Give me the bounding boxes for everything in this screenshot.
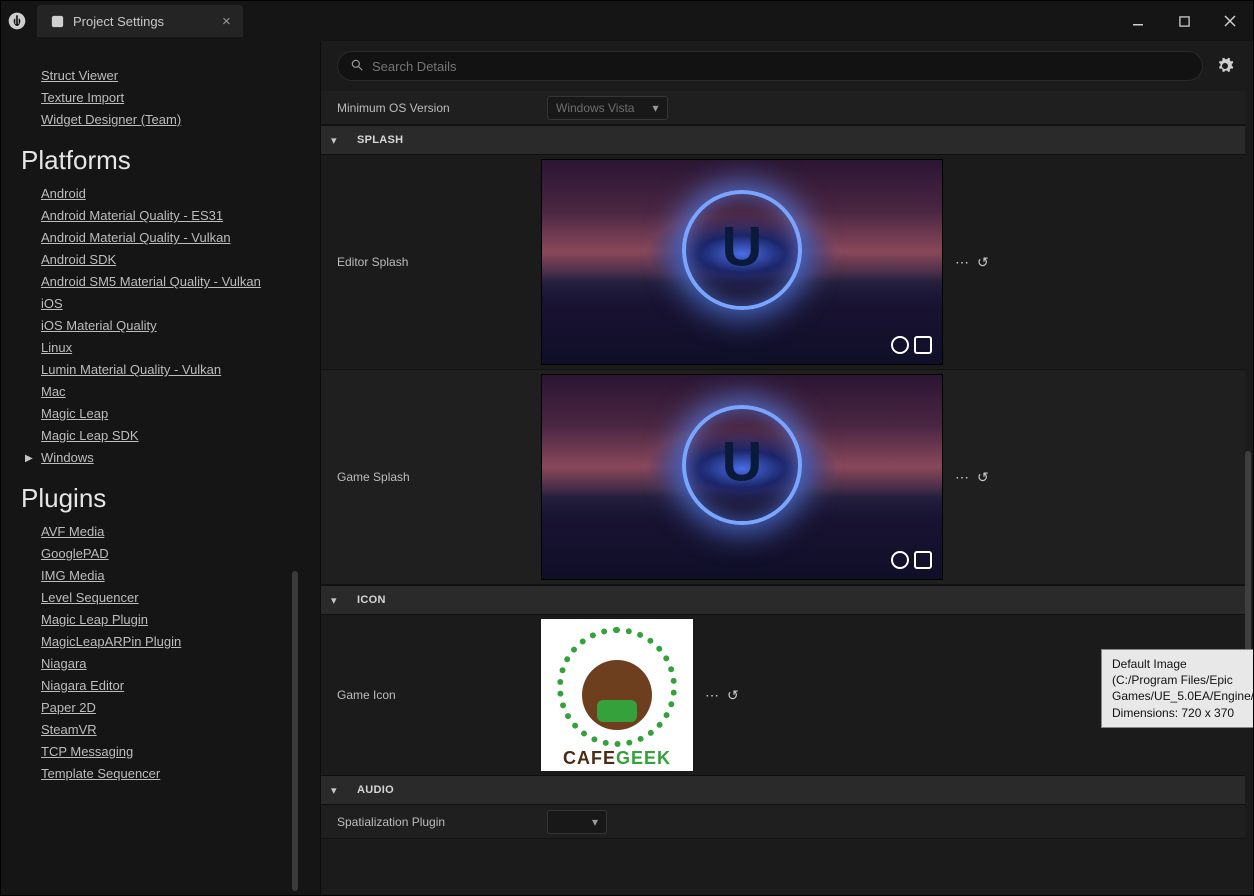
section-icon[interactable]: ▾ ICON bbox=[321, 585, 1245, 615]
view-options-button[interactable] bbox=[1213, 54, 1237, 78]
sidebar-item[interactable]: Magic Leap bbox=[41, 406, 320, 421]
search-input-wrapper[interactable] bbox=[337, 51, 1203, 81]
chevron-down-icon: ▾ bbox=[652, 101, 658, 115]
chevron-down-icon: ▾ bbox=[592, 815, 598, 829]
collapse-icon: ▾ bbox=[331, 784, 345, 797]
row-spatialization: Spatialization Plugin ▾ bbox=[321, 805, 1245, 839]
game-icon-preview[interactable]: CAFEGEEK bbox=[541, 619, 693, 771]
section-title: AUDIO bbox=[357, 784, 394, 796]
game-splash-preview[interactable]: U bbox=[541, 374, 943, 580]
select-value: Windows Vista bbox=[556, 101, 634, 115]
sidebar-item[interactable]: Paper 2D bbox=[41, 700, 320, 715]
sidebar-item-windows[interactable]: Windows bbox=[41, 450, 320, 465]
reset-button[interactable]: ↺ bbox=[727, 687, 739, 704]
sidebar-item[interactable]: Magic Leap SDK bbox=[41, 428, 320, 443]
sidebar-item[interactable]: IMG Media bbox=[41, 568, 320, 583]
ue-badge-icon bbox=[891, 336, 932, 354]
row-label: Game Splash bbox=[321, 470, 541, 484]
section-title: ICON bbox=[357, 594, 386, 606]
row-min-os: Minimum OS Version Windows Vista ▾ bbox=[321, 91, 1245, 125]
search-bar bbox=[321, 41, 1253, 91]
sidebar-item[interactable]: Template Sequencer bbox=[41, 766, 320, 781]
splash-tooltip: Default Image (C:/Program Files/Epic Gam… bbox=[1101, 649, 1253, 728]
sidebar-header-platforms: Platforms bbox=[21, 145, 320, 176]
row-editor-splash: Editor Splash U ⋯ ↺ bbox=[321, 155, 1245, 370]
row-label: Spatialization Plugin bbox=[321, 815, 541, 829]
sidebar-scrollbar[interactable] bbox=[292, 571, 298, 891]
titlebar: Project Settings × bbox=[1, 1, 1253, 41]
sidebar-item[interactable]: MagicLeapARPin Plugin bbox=[41, 634, 320, 649]
sidebar-item[interactable]: Android SDK bbox=[41, 252, 320, 267]
sidebar-item[interactable]: Struct Viewer bbox=[41, 68, 320, 83]
search-icon bbox=[350, 58, 364, 75]
ue-badge-icon bbox=[891, 551, 932, 569]
sidebar-item[interactable]: Mac bbox=[41, 384, 320, 399]
sidebar-item[interactable]: iOS bbox=[41, 296, 320, 311]
window-controls bbox=[1115, 5, 1253, 37]
spatialization-select[interactable]: ▾ bbox=[547, 810, 607, 834]
sidebar-item[interactable]: TCP Messaging bbox=[41, 744, 320, 759]
sidebar-item[interactable]: Android bbox=[41, 186, 320, 201]
settings-tab-icon bbox=[49, 13, 65, 29]
sidebar-item[interactable]: Niagara Editor bbox=[41, 678, 320, 693]
sidebar-item[interactable]: Android Material Quality - ES31 bbox=[41, 208, 320, 223]
tooltip-line: Dimensions: 720 x 370 bbox=[1112, 705, 1253, 721]
tooltip-line: (C:/Program Files/Epic Games/UE_5.0EA/En… bbox=[1112, 672, 1253, 704]
sidebar-item[interactable]: Texture Import bbox=[41, 90, 320, 105]
maximize-button[interactable] bbox=[1161, 5, 1207, 37]
search-input[interactable] bbox=[372, 59, 1190, 74]
row-label: Game Icon bbox=[321, 688, 541, 702]
min-os-select[interactable]: Windows Vista ▾ bbox=[547, 96, 668, 120]
browse-button[interactable]: ⋯ bbox=[955, 254, 969, 271]
row-game-splash: Game Splash U ⋯ ↺ bbox=[321, 370, 1245, 585]
sidebar-item[interactable]: Widget Designer (Team) bbox=[41, 112, 320, 127]
sidebar-item[interactable]: AVF Media bbox=[41, 524, 320, 539]
sidebar-item[interactable]: Magic Leap Plugin bbox=[41, 612, 320, 627]
collapse-icon: ▾ bbox=[331, 134, 345, 147]
section-splash[interactable]: ▾ SPLASH bbox=[321, 125, 1245, 155]
section-audio[interactable]: ▾ AUDIO bbox=[321, 775, 1245, 805]
reset-button[interactable]: ↺ bbox=[977, 469, 989, 486]
section-title: SPLASH bbox=[357, 134, 403, 146]
minimize-button[interactable] bbox=[1115, 5, 1161, 37]
row-label: Minimum OS Version bbox=[321, 101, 541, 115]
tab-close-icon[interactable]: × bbox=[222, 13, 231, 30]
sidebar-item[interactable]: Android Material Quality - Vulkan bbox=[41, 230, 320, 245]
sidebar-item[interactable]: GooglePAD bbox=[41, 546, 320, 561]
browse-button[interactable]: ⋯ bbox=[705, 687, 719, 704]
app-window: Project Settings × Struct Viewer Texture… bbox=[0, 0, 1254, 896]
sidebar-item[interactable]: Niagara bbox=[41, 656, 320, 671]
sidebar-item[interactable]: iOS Material Quality bbox=[41, 318, 320, 333]
row-label: Editor Splash bbox=[321, 255, 541, 269]
sidebar-item[interactable]: SteamVR bbox=[41, 722, 320, 737]
tab-project-settings[interactable]: Project Settings × bbox=[37, 5, 243, 37]
sidebar-header-plugins: Plugins bbox=[21, 483, 320, 514]
sidebar-item[interactable]: Lumin Material Quality - Vulkan bbox=[41, 362, 320, 377]
ue-logo-icon bbox=[1, 1, 33, 41]
sidebar-item[interactable]: Level Sequencer bbox=[41, 590, 320, 605]
reset-button[interactable]: ↺ bbox=[977, 254, 989, 271]
collapse-icon: ▾ bbox=[331, 594, 345, 607]
sidebar: Struct Viewer Texture Import Widget Desi… bbox=[1, 41, 321, 895]
close-button[interactable] bbox=[1207, 5, 1253, 37]
sidebar-item[interactable]: Android SM5 Material Quality - Vulkan bbox=[41, 274, 320, 289]
cafegeek-logo-text: CAFEGEEK bbox=[563, 748, 671, 769]
tab-title: Project Settings bbox=[73, 14, 164, 29]
browse-button[interactable]: ⋯ bbox=[955, 469, 969, 486]
main-panel: Minimum OS Version Windows Vista ▾ ▾ SPL… bbox=[321, 41, 1253, 895]
sidebar-item[interactable]: Linux bbox=[41, 340, 320, 355]
editor-splash-preview[interactable]: U bbox=[541, 159, 943, 365]
tooltip-line: Default Image bbox=[1112, 656, 1253, 672]
